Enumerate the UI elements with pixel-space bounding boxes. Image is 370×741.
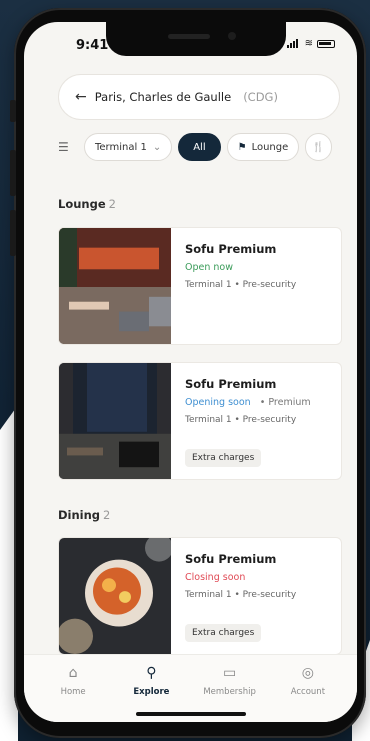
sliders-icon[interactable]: ☰ [58,140,78,154]
card-icon: ▭ [223,665,237,681]
arrow-left-icon[interactable]: ← [75,89,87,105]
speaker [168,34,210,39]
lounge-card-1[interactable]: Sofu Premium Open now Terminal 1 • Pre-s… [58,227,342,345]
filter-lounge-label: Lounge [251,141,289,153]
volume-down-button [10,210,16,256]
card-1-meta: Terminal 1 • Pre-security [185,280,297,290]
card-3-name: Sofu Premium [185,552,277,566]
section-dining-title: Dining 2 [58,508,110,522]
notch [106,22,286,56]
signal-icon [286,39,301,48]
tab-home-label: Home [60,687,86,697]
card-3-status: Closing soon [185,572,246,583]
dining-photo-1 [59,538,171,654]
battery-icon [317,39,335,48]
card-3-tag: Extra charges [185,624,262,642]
filter-terminal-label: Terminal 1 [95,141,147,153]
cutlery-icon: 🍴 [312,141,325,153]
mute-switch [10,100,16,122]
lounge-photo-2 [59,363,171,479]
tab-membership-label: Membership [203,687,256,697]
lounge-card-2[interactable]: Sofu Premium Opening soon • Premium Term… [58,362,342,480]
card-2-extra: • Premium [259,397,311,408]
lounge-icon: ⚑ [237,141,247,153]
phone-screen: 9:41 ≋ ← Paris, Charles de Gaulle (CDG) … [24,22,357,722]
home-indicator[interactable] [136,712,246,716]
search-icon: ⚲ [146,665,157,681]
search-location: Paris, Charles de Gaulle [94,90,232,104]
wifi-icon: ≋ [304,38,313,49]
card-1-status: Open now [185,262,233,273]
filter-dining[interactable]: 🍴 [305,133,332,161]
section-dining-label: Dining [58,508,101,522]
filter-bar: ☰ Terminal 1 ⌄ All ⚑ Lounge 🍴 [58,132,357,162]
user-icon: ◎ [301,665,314,681]
home-icon: ⌂ [68,665,78,681]
section-lounge-title: Lounge 2 [58,197,116,211]
camera [228,32,236,40]
tab-home[interactable]: ⌂ Home [34,655,112,722]
chevron-down-icon: ⌄ [152,141,162,153]
dining-card-1[interactable]: Sofu Premium Closing soon Terminal 1 • P… [58,537,342,655]
filter-all-label: All [193,141,206,153]
tab-account[interactable]: ◎ Account [269,655,347,722]
card-2-status: Opening soon • Premium [185,397,311,408]
card-2-name: Sofu Premium [185,377,277,391]
section-lounge-label: Lounge [58,197,106,211]
status-time: 9:41 [76,38,109,53]
section-dining-count: 2 [103,508,111,522]
card-2-tag: Extra charges [185,449,262,467]
tab-account-label: Account [290,687,326,697]
card-1-name: Sofu Premium [185,242,277,256]
tab-bar: ⌂ Home ⚲ Explore ▭ Membership ◎ Account [24,654,357,722]
volume-up-button [10,150,16,196]
section-lounge-count: 2 [108,197,116,211]
card-2-meta: Terminal 1 • Pre-security [185,415,297,425]
search-airport-code: (CDG) [243,90,278,104]
tab-explore-label: Explore [133,687,170,697]
filter-terminal[interactable]: Terminal 1 ⌄ [84,133,173,161]
location-search-bar[interactable]: ← Paris, Charles de Gaulle (CDG) [58,74,340,120]
card-3-meta: Terminal 1 • Pre-security [185,590,297,600]
filter-all[interactable]: All [178,133,221,161]
card-2-status-label: Opening soon [185,397,251,408]
status-icons: ≋ [286,38,335,49]
lounge-photo-1 [59,228,171,344]
filter-lounge[interactable]: ⚑ Lounge [226,133,300,161]
